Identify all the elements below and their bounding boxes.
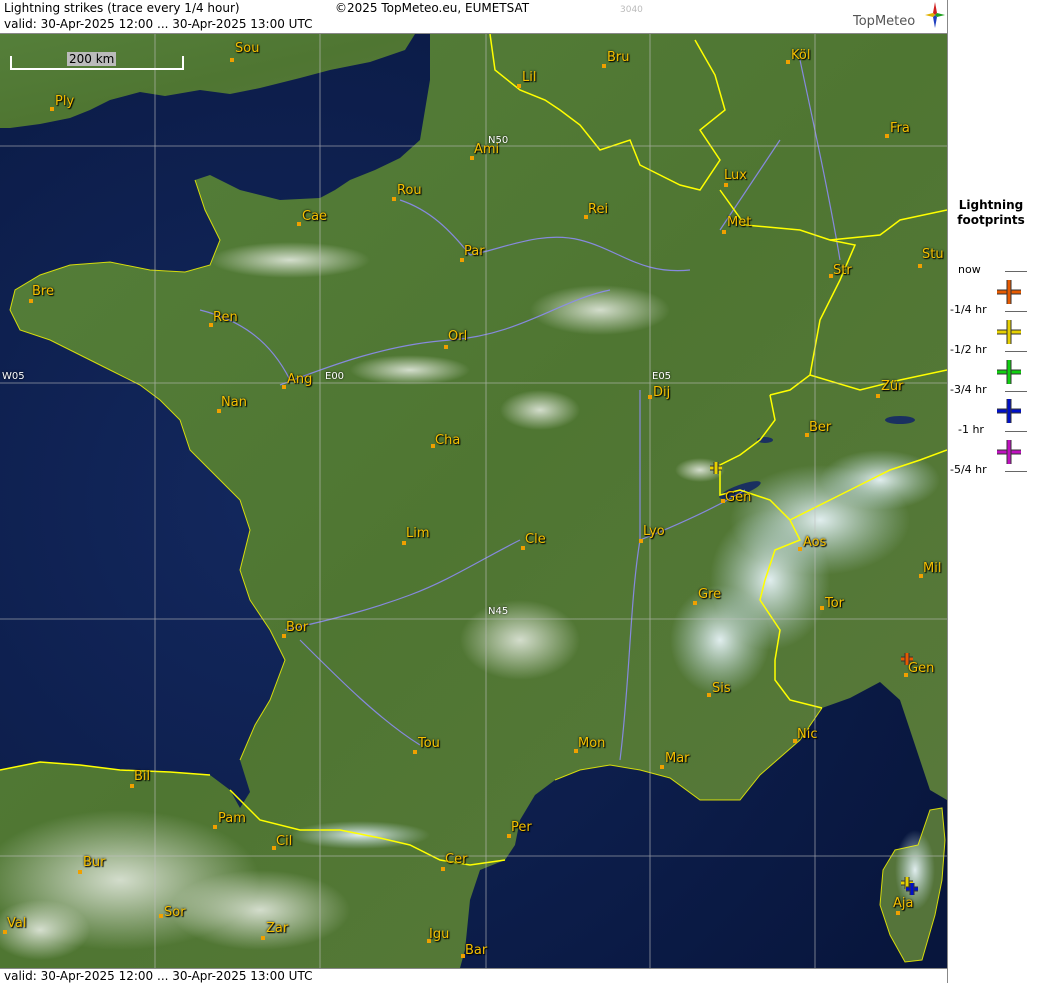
scale-label: 200 km [67, 52, 117, 66]
legend-title: Lightning footprints [957, 198, 1025, 227]
city-label: Bar [465, 943, 488, 958]
tile-id: 3040 [620, 5, 643, 15]
city-label: Cle [525, 532, 546, 547]
city-label: Orl [448, 329, 468, 344]
city-label: Tor [825, 596, 845, 611]
city-label: Cha [435, 433, 461, 448]
city-label: Igu [429, 927, 450, 942]
legend-cross-3 [997, 360, 1021, 384]
city-label: Aos [803, 535, 827, 550]
city-label: Cae [302, 209, 328, 224]
brand-name: TopMeteo [853, 14, 916, 29]
city-label: Per [511, 820, 532, 835]
city-label: Met [727, 215, 752, 230]
map-header: Lightning strikes (trace every 1/4 hour)… [0, 0, 947, 34]
city-label: Ami [474, 142, 500, 157]
city-label: Lyo [643, 524, 665, 539]
cloud-band [210, 242, 370, 278]
city-label: Bru [607, 50, 630, 65]
city-label: Sou [235, 41, 260, 56]
city-label: Mon [578, 736, 606, 751]
legend-label-now: now [958, 263, 981, 276]
grid-label-e00: E00 [325, 371, 345, 382]
city-label: Sis [712, 681, 731, 696]
legend-label-quarter: -1/4 hr [950, 303, 987, 316]
city-label: Mar [665, 751, 690, 766]
copyright-text: ©2025 TopMeteo.eu, EUMETSAT [335, 1, 530, 15]
legend-label-half: -1/2 hr [950, 343, 987, 356]
city-label: Stu [922, 247, 944, 262]
city-label: Gre [698, 587, 722, 602]
city-label: Nic [797, 727, 818, 742]
legend-cross-5 [997, 440, 1021, 464]
city-label: Lux [724, 168, 747, 183]
legend-cross-4 [997, 399, 1021, 423]
legend-label-five-quarter: -5/4 hr [950, 463, 987, 476]
city-label: Gen [725, 490, 752, 505]
grid-label-n45: N45 [488, 606, 509, 617]
city-label: Sor [164, 905, 186, 920]
grid-label-w05: W05 [2, 371, 25, 382]
city-label: Ply [55, 94, 75, 109]
legend-cross-1 [997, 280, 1021, 304]
city-label: Tou [418, 736, 440, 751]
city-label: Bur [83, 855, 106, 870]
map-footer: valid: 30-Apr-2025 12:00 ... 30-Apr-2025… [0, 968, 947, 984]
city-label: Str [833, 263, 852, 278]
city-label: Bre [32, 284, 54, 299]
city-label: Rou [397, 183, 422, 198]
city-label: Nan [221, 395, 247, 410]
satellite-map[interactable] [0, 34, 947, 968]
city-label: Köl [791, 48, 811, 63]
city-label: Bor [286, 620, 309, 635]
compass-logo-icon [925, 2, 945, 28]
legend-label-three-quarter: -3/4 hr [950, 383, 987, 396]
city-label: Ang [287, 372, 313, 387]
legend-label-one-hour: -1 hr [958, 423, 984, 436]
city-label: Par [464, 244, 485, 259]
grid-label-e05: E05 [652, 371, 672, 382]
city-label: Lil [522, 70, 537, 85]
city-label: Zür [881, 379, 904, 394]
city-label: Val [7, 916, 27, 931]
valid-time-bottom: valid: 30-Apr-2025 12:00 ... 30-Apr-2025… [4, 969, 313, 983]
city-label: Dij [653, 385, 671, 400]
valid-time-top: valid: 30-Apr-2025 12:00 ... 30-Apr-2025… [4, 17, 313, 31]
city-label: Cil [276, 834, 293, 849]
map-title: Lightning strikes (trace every 1/4 hour) [4, 1, 240, 15]
city-label: Ren [213, 310, 238, 325]
city-label: Fra [890, 121, 910, 136]
city-label: Gen [908, 661, 935, 676]
city-label: Bil [134, 769, 151, 784]
city-label: Zar [266, 921, 289, 936]
city-label: Mil [923, 561, 942, 576]
city-label: Cer [445, 852, 468, 867]
legend-panel: Lightning footprints now -1/4 hr -1/2 hr… [947, 0, 1039, 983]
city-label: Lim [406, 526, 430, 541]
city-label: Aja [893, 896, 914, 911]
city-label: Pam [218, 811, 246, 826]
legend-cross-2 [997, 320, 1021, 344]
city-label: Ber [809, 420, 832, 435]
legend-crosses [997, 280, 1021, 464]
city-label: Rei [588, 202, 609, 217]
